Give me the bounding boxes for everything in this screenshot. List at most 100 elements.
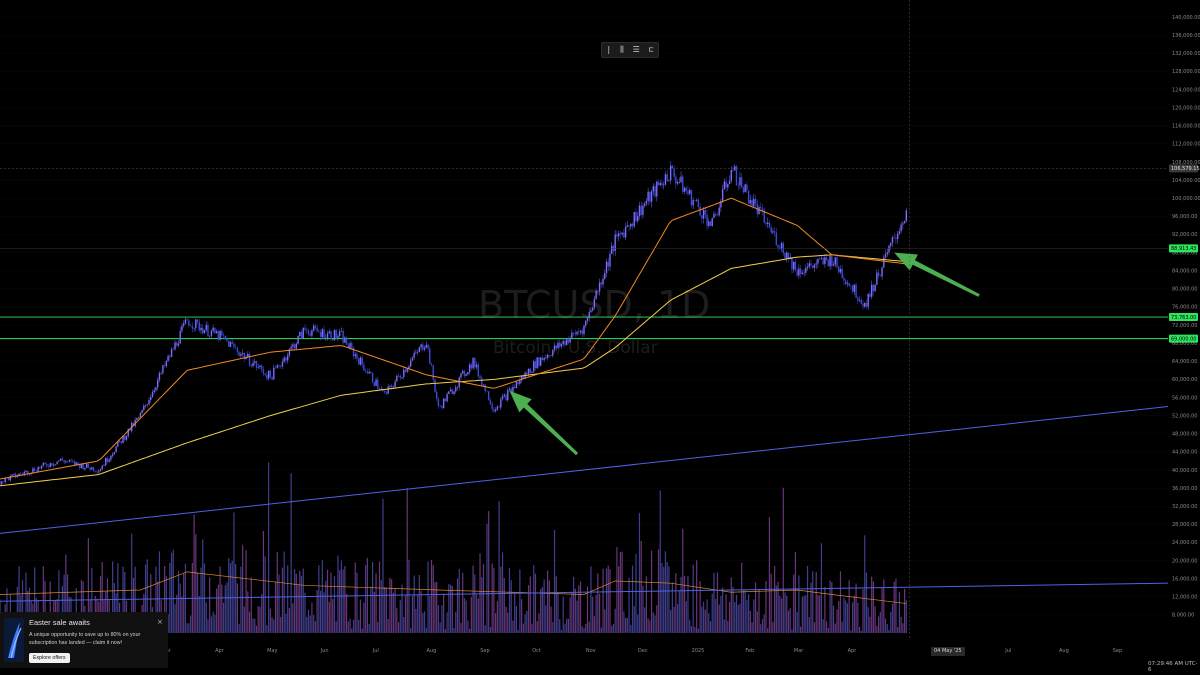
candle-body (740, 177, 743, 188)
bars-icon[interactable]: | (606, 45, 611, 55)
candle-body (805, 267, 807, 273)
y-tick-label: 16,000.00 (1172, 576, 1197, 582)
y-tick-label: 112,000.00 (1172, 142, 1200, 148)
candle-body (512, 386, 514, 393)
volume-bar (789, 608, 791, 633)
volume-bar (559, 619, 561, 633)
volume-bar (235, 563, 237, 633)
volume-bar (588, 621, 590, 633)
candle-body (427, 344, 429, 349)
volume-bar (328, 601, 330, 633)
candle-body (718, 207, 720, 216)
volume-bar (519, 569, 521, 633)
volume-bar (403, 616, 405, 633)
volume-bar (283, 551, 285, 633)
candle-body (292, 344, 294, 347)
volume-bar (309, 615, 311, 633)
current-price-tag-text: 88,913.43 (1171, 246, 1196, 252)
volume-bar (607, 565, 609, 633)
volume-bar (276, 551, 278, 633)
annotation-arrow-1[interactable] (890, 245, 983, 304)
candle-body (92, 467, 95, 472)
candle-body (638, 205, 641, 216)
candle-body (61, 458, 64, 461)
volume-bar (219, 566, 221, 633)
y-tick-label: 92,000.00 (1172, 232, 1197, 238)
chart-canvas[interactable]: BTCUSD, 1D Bitcoin / U.S. Dollar 140,000… (0, 0, 1200, 675)
candle-body (238, 352, 240, 356)
candle-body (455, 387, 457, 392)
volume-bar (531, 623, 533, 633)
volume-bar (756, 611, 758, 633)
trend-line-1[interactable] (0, 582, 1169, 602)
candle-body (533, 361, 535, 372)
candle-body (773, 231, 776, 233)
candle-body (449, 389, 452, 392)
volume-bar (702, 601, 705, 633)
volume-bar (845, 600, 847, 633)
trend-lines[interactable] (0, 406, 1169, 602)
volume-bar (261, 594, 263, 633)
volume-bar (579, 581, 582, 633)
volume-bar (193, 514, 195, 633)
candle-body (602, 278, 604, 285)
volume-bar (448, 583, 450, 633)
volume-bar (839, 571, 842, 633)
explore-offers-button[interactable]: Explore offers (29, 653, 70, 663)
candle-body (643, 203, 646, 206)
candle-body (487, 391, 490, 401)
candle-body (864, 302, 866, 307)
candle-body (527, 368, 530, 374)
volume-bar (408, 559, 410, 633)
annotation-arrow-0[interactable] (503, 384, 583, 461)
candle-body (260, 365, 263, 370)
candle-body (139, 413, 142, 418)
candle-body (136, 418, 138, 420)
x-tick-label: Aug (427, 648, 437, 654)
volume-bar (891, 603, 894, 633)
candle-body (273, 367, 275, 380)
y-tick-label: 120,000.00 (1172, 105, 1200, 111)
volume-bar (728, 601, 731, 633)
candle-body (761, 207, 764, 211)
volume-bar (299, 570, 301, 633)
candle-body (891, 237, 894, 243)
volume-bar (486, 523, 488, 633)
candle-body (723, 181, 726, 190)
volume-bar (727, 620, 729, 633)
y-axis[interactable]: 140,000.00 136,000.00 132,000.00 128,000.00… (1169, 15, 1200, 619)
candle-body (851, 285, 854, 292)
volume-bar (436, 581, 438, 633)
volume-bar (529, 576, 531, 633)
volume-bar (266, 625, 268, 633)
x-tick-label: 2025 (692, 648, 705, 654)
close-icon[interactable]: × (157, 618, 163, 626)
candle-body (687, 190, 689, 194)
candle-body (642, 205, 644, 215)
candle-body (254, 361, 256, 363)
candle-body (484, 384, 486, 392)
volume-bar (231, 560, 233, 633)
list-icon[interactable]: ☰ (633, 45, 640, 55)
candle-body (430, 363, 433, 366)
candle-body (108, 459, 110, 462)
candle-body (340, 330, 343, 332)
volume-bar (600, 627, 602, 633)
volume-bar (399, 600, 401, 633)
candle-body (358, 358, 360, 365)
candles-icon[interactable]: ⫼ (620, 45, 624, 55)
candle-body (389, 385, 391, 387)
candle-body (569, 338, 571, 343)
candle-body (848, 283, 850, 286)
candle-body (182, 323, 185, 326)
drawing-icon[interactable]: ⊏ (649, 45, 654, 55)
notice-body: A unique opportunity to save up to 80% o… (29, 632, 141, 646)
volume-bar (339, 570, 341, 633)
candle-body (323, 329, 325, 339)
volume-bar (858, 626, 861, 633)
candle-body (394, 381, 396, 388)
candle-body (879, 276, 882, 277)
candle-body (420, 344, 422, 348)
candle-body (437, 398, 440, 407)
candle-body (208, 335, 211, 337)
